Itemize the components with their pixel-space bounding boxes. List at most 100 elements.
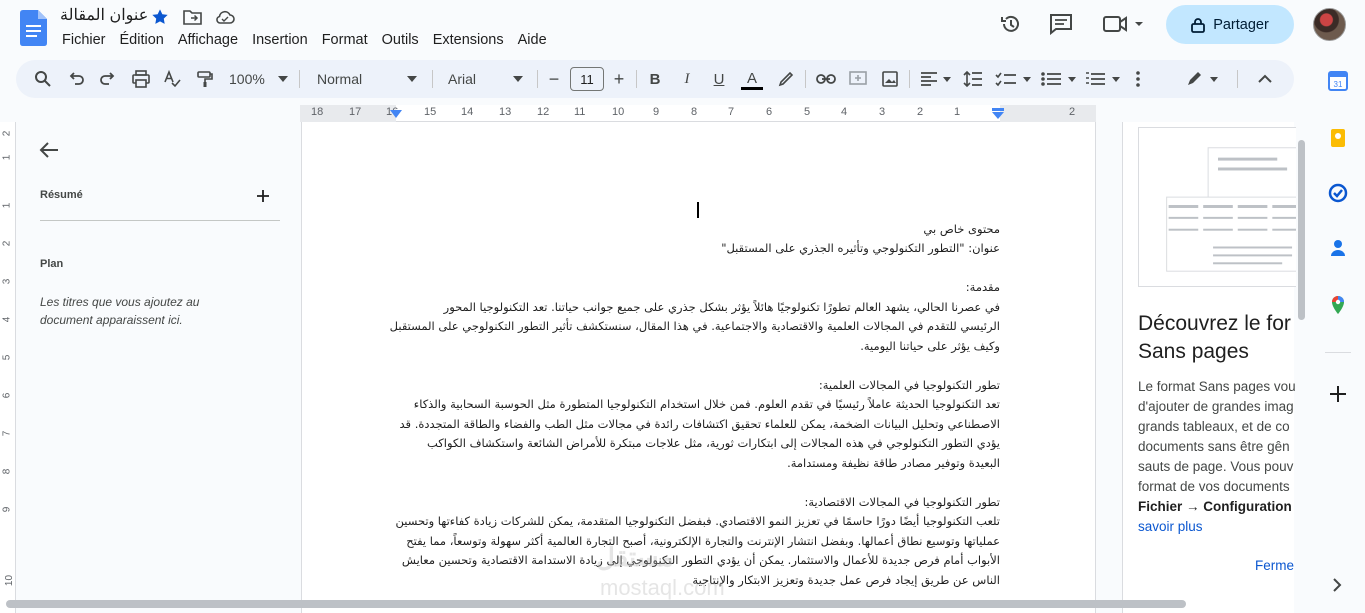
vertical-ruler-number: 10 — [4, 574, 16, 587]
ruler-number: 6 — [766, 106, 773, 118]
line-spacing-icon[interactable] — [963, 69, 983, 89]
document-line[interactable]: تعد التكنولوجيا الحديثة عاملاً رئيسيًا ف… — [396, 395, 1000, 415]
ruler-number: 10 — [612, 106, 625, 118]
zoom-value[interactable]: 100% — [229, 69, 269, 89]
close-outline-arrow-icon[interactable] — [38, 140, 60, 160]
document-line[interactable]: تطور التكنولوجيا في المجالات العلمية: — [396, 376, 1000, 396]
align-icon[interactable] — [919, 69, 953, 89]
underline-button[interactable]: U — [711, 69, 727, 89]
document-body[interactable]: عنوان: "التطور التكنولوجي وتأثيره الجذري… — [390, 239, 1000, 590]
paint-format-icon[interactable] — [196, 69, 214, 89]
font-dropdown-icon[interactable] — [513, 69, 523, 89]
undo-icon[interactable] — [67, 69, 85, 89]
document-line[interactable]: تطور التكنولوجيا في المجالات الاقتصادية: — [396, 493, 1000, 513]
document-title[interactable]: عنوان المقالة — [60, 5, 148, 25]
ruler-number: 5 — [804, 106, 811, 118]
document-line[interactable]: البعيدة وتوفير مصادر طاقة نظيفة ومستدامة… — [396, 454, 1000, 474]
right-indent-marker-icon[interactable] — [992, 108, 1004, 120]
menu-affichage[interactable]: Affichage — [171, 31, 245, 49]
add-summary-icon[interactable] — [256, 189, 270, 203]
checklist-icon[interactable] — [995, 69, 1033, 89]
star-icon[interactable] — [150, 8, 170, 26]
document-line[interactable]: في عصرنا الحالي، يشهد العالم تطورًا تكنو… — [396, 298, 1000, 318]
horizontal-ruler[interactable] — [300, 105, 1096, 122]
increase-font-size-button[interactable]: + — [611, 69, 627, 89]
move-to-folder-icon[interactable] — [183, 8, 203, 26]
tasks-icon[interactable] — [1328, 183, 1348, 203]
expand-rail-icon[interactable] — [1330, 577, 1344, 593]
left-indent-marker-icon[interactable] — [390, 110, 402, 120]
font-family-value[interactable]: Arial — [448, 69, 498, 89]
more-options-icon[interactable] — [1133, 69, 1143, 89]
insert-image-icon[interactable] — [881, 69, 899, 89]
document-line[interactable]: عملياتها وتوسيع نطاق أعمالها. وبفضل انتش… — [396, 532, 1000, 552]
document-line[interactable]: عنوان: "التطور التكنولوجي وتأثيره الجذري… — [396, 239, 1000, 259]
bold-button[interactable]: B — [647, 69, 663, 89]
cloud-status-icon[interactable] — [215, 8, 235, 26]
promo-settings-path: Fichier → Configuration d — [1138, 499, 1298, 514]
document-line[interactable]: الرئيسي للتقدم في المجالات العلمية والاق… — [390, 317, 1000, 337]
calendar-icon[interactable]: 31 — [1328, 71, 1348, 91]
avatar[interactable] — [1313, 8, 1346, 41]
summary-label: Résumé — [40, 189, 83, 201]
highlight-color-icon[interactable] — [777, 69, 795, 89]
toolbar-divider — [299, 70, 300, 88]
font-size-input[interactable]: 11 — [570, 67, 604, 91]
ruler-margin-right — [1000, 105, 1096, 122]
document-line[interactable]: يؤدي التطور التكنولوجي في هذه المجالات إ… — [396, 434, 1000, 454]
numbered-list-icon[interactable] — [1084, 69, 1122, 89]
vertical-ruler-number: 5 — [1, 354, 13, 361]
contacts-icon[interactable] — [1328, 238, 1348, 258]
editing-mode-icon[interactable] — [1186, 69, 1222, 89]
document-line[interactable]: وكيف يؤثر على حياتنا اليومية. — [396, 337, 1000, 357]
zoom-dropdown-icon[interactable] — [278, 69, 288, 89]
document-line[interactable]: الأبواب أمام فرص جديدة للأعمال والاستثما… — [396, 551, 1000, 571]
document-line[interactable] — [396, 259, 1000, 279]
insert-link-icon[interactable] — [816, 69, 836, 89]
paragraph-style-value[interactable]: Normal — [317, 69, 377, 89]
close-promo-button[interactable]: Ferme — [1255, 558, 1294, 573]
document-line[interactable]: تلعب التكنولوجيا أيضًا دورًا حاسمًا في ت… — [395, 512, 1000, 532]
search-menus-icon[interactable] — [34, 69, 52, 89]
menu-outils[interactable]: Outils — [375, 31, 426, 49]
menu-aide[interactable]: Aide — [511, 31, 554, 49]
text-color-button[interactable]: A — [741, 69, 763, 90]
italic-button[interactable]: I — [679, 69, 695, 89]
menu-edition[interactable]: Édition — [113, 31, 171, 49]
document-line[interactable] — [396, 356, 1000, 376]
menu-insertion[interactable]: Insertion — [245, 31, 315, 49]
version-history-icon[interactable] — [1000, 13, 1022, 35]
redo-icon[interactable] — [99, 69, 117, 89]
horizontal-scrollbar-thumb[interactable] — [6, 600, 1186, 608]
add-addon-icon[interactable] — [1328, 384, 1348, 404]
promo-body: Le format Sans pages vou d'ajouter de gr… — [1138, 377, 1298, 537]
menu-extensions[interactable]: Extensions — [426, 31, 511, 49]
learn-more-link[interactable]: savoir plus — [1138, 517, 1298, 537]
vertical-scrollbar-thumb[interactable] — [1298, 140, 1305, 320]
maps-icon[interactable] — [1328, 295, 1348, 315]
toolbar-divider — [432, 70, 433, 88]
menu-format[interactable]: Format — [315, 31, 375, 49]
keep-icon[interactable] — [1328, 128, 1348, 148]
vertical-ruler-number: 9 — [1, 506, 13, 513]
decrease-font-size-button[interactable]: − — [546, 69, 562, 89]
add-comment-icon[interactable] — [848, 69, 868, 89]
share-button[interactable]: Partager — [1166, 5, 1294, 44]
document-line[interactable] — [396, 473, 1000, 493]
style-dropdown-icon[interactable] — [407, 69, 417, 89]
document-line[interactable]: مقدمة: — [396, 278, 1000, 298]
vertical-ruler-number: 2 — [1, 240, 13, 247]
collapse-toolbar-icon[interactable] — [1257, 69, 1273, 89]
page-header-text[interactable]: محتوى خاص بي — [396, 220, 1000, 240]
print-icon[interactable] — [131, 69, 151, 89]
docs-logo-icon[interactable] — [20, 10, 47, 46]
meet-call-icon[interactable] — [1103, 15, 1143, 33]
spellcheck-icon[interactable] — [163, 69, 181, 89]
vertical-ruler[interactable] — [0, 122, 16, 613]
promo-title-line-1: Découvrez le for — [1138, 312, 1291, 335]
promo-body-line: documents sans être gên — [1138, 439, 1290, 454]
menu-fichier[interactable]: Fichier — [55, 31, 113, 49]
bulleted-list-icon[interactable] — [1040, 69, 1078, 89]
document-line[interactable]: الاصطناعي وتحليل البيانات الضخمة، يمكن ل… — [396, 415, 1000, 435]
comments-icon[interactable] — [1049, 13, 1073, 35]
